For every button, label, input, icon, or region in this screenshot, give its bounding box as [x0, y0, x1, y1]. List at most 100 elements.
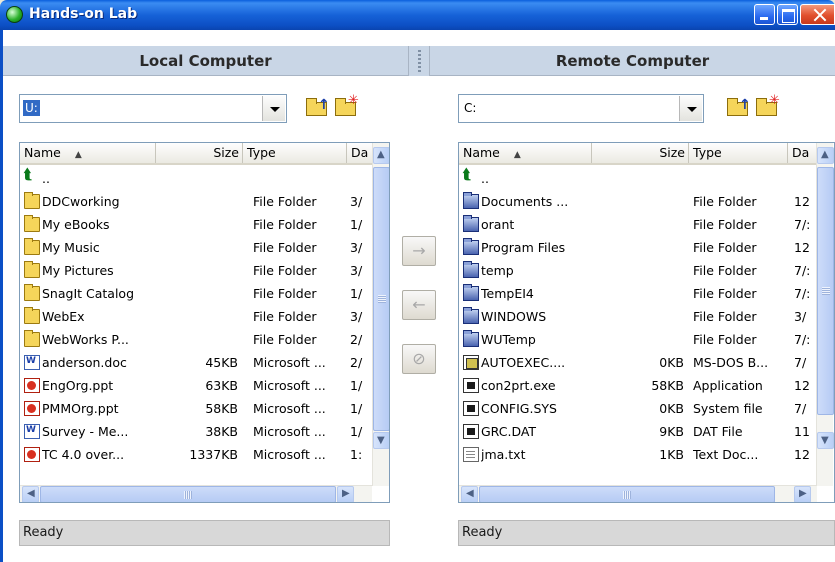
scroll-left-button[interactable]: ◀: [22, 486, 39, 502]
title-bar[interactable]: Hands-on Lab: [0, 0, 835, 30]
column-header-name[interactable]: Name ▲: [459, 143, 592, 163]
file-date: 3/: [794, 309, 807, 324]
file-size: [592, 282, 684, 305]
scroll-up-button[interactable]: ▲: [373, 147, 389, 164]
table-row[interactable]: Program Files File Folder 12: [459, 236, 816, 259]
table-row[interactable]: My Pictures File Folder 3/: [20, 259, 372, 282]
column-header-type[interactable]: Type: [689, 143, 788, 163]
table-row[interactable]: WUTemp File Folder 7/:: [459, 328, 816, 351]
local-up-folder-button[interactable]: ↑: [303, 96, 331, 120]
table-row[interactable]: CONFIG.SYS 0KB System file 7/: [459, 397, 816, 420]
table-row[interactable]: WebWorks P... File Folder 2/: [20, 328, 372, 351]
file-name: WebEx: [42, 309, 85, 324]
file-date: [794, 167, 814, 190]
table-row[interactable]: AUTOEXEC.... 0KB MS-DOS B... 7/: [459, 351, 816, 374]
close-button[interactable]: [800, 4, 835, 25]
table-row[interactable]: orant File Folder 7/:: [459, 213, 816, 236]
file-name: DDCworking: [42, 194, 120, 209]
file-name: AUTOEXEC....: [481, 355, 566, 370]
table-row[interactable]: My eBooks File Folder 1/: [20, 213, 372, 236]
sparkle-icon: ✳: [769, 93, 780, 108]
file-name: EngOrg.ppt: [42, 378, 114, 393]
table-row[interactable]: anderson.doc 45KB Microsoft ... 2/: [20, 351, 372, 374]
chevron-down-icon[interactable]: [262, 96, 285, 121]
file-name: My eBooks: [42, 217, 110, 232]
scroll-down-button[interactable]: ▼: [373, 432, 389, 449]
table-row[interactable]: TempEI4 File Folder 7/:: [459, 282, 816, 305]
file-size: [156, 328, 238, 351]
table-row[interactable]: EngOrg.ppt 63KB Microsoft ... 1/: [20, 374, 372, 397]
column-header-size[interactable]: Size: [156, 143, 243, 163]
file-date: 12: [794, 194, 810, 209]
executable-icon: [463, 378, 479, 393]
scroll-left-button[interactable]: ◀: [461, 486, 478, 502]
column-header-type[interactable]: Type: [243, 143, 347, 163]
scroll-right-button[interactable]: ▶: [337, 486, 354, 502]
local-new-folder-button[interactable]: ✳: [332, 93, 360, 120]
local-file-list[interactable]: Name ▲ Size Type Da ⮬.. DDCworking File Fol…: [19, 142, 390, 503]
remote-list-header: Name ▲ Size Type Da: [459, 143, 819, 165]
remote-vertical-scrollbar[interactable]: ▲ ▼: [816, 143, 834, 486]
table-row[interactable]: temp File Folder 7/:: [459, 259, 816, 282]
column-header-name[interactable]: Name ▲: [20, 143, 156, 163]
scroll-down-button[interactable]: ▼: [817, 432, 834, 449]
table-row[interactable]: SnagIt Catalog File Folder 1/: [20, 282, 372, 305]
table-row[interactable]: GRC.DAT 9KB DAT File 11: [459, 420, 816, 443]
table-row[interactable]: ⮬..: [459, 167, 816, 190]
remote-new-folder-button[interactable]: ✳: [753, 93, 781, 120]
local-list-header: Name ▲ Size Type Da: [20, 143, 373, 165]
upload-button[interactable]: →: [402, 236, 436, 266]
file-size: [592, 190, 684, 213]
file-size: 1337KB: [189, 447, 238, 462]
table-row[interactable]: WebEx File Folder 3/: [20, 305, 372, 328]
remote-horizontal-scrollbar[interactable]: ◀ ▶: [459, 485, 817, 502]
scroll-thumb[interactable]: [817, 167, 834, 415]
scroll-thumb[interactable]: [373, 167, 389, 431]
scroll-thumb[interactable]: [40, 486, 336, 502]
pane-splitter[interactable]: [408, 46, 430, 76]
minimize-button[interactable]: [754, 4, 775, 25]
table-row[interactable]: Survey - Me... 38KB Microsoft ... 1/: [20, 420, 372, 443]
file-name: PMMOrg.ppt: [42, 401, 119, 416]
table-row[interactable]: DDCworking File Folder 3/: [20, 190, 372, 213]
file-type: [693, 167, 785, 190]
file-size: [156, 282, 238, 305]
table-row[interactable]: jma.txt 1KB Text Doc... 12: [459, 443, 816, 466]
maximize-button[interactable]: [777, 4, 798, 25]
column-header-size[interactable]: Size: [592, 143, 689, 163]
column-header-date[interactable]: Da: [788, 143, 818, 163]
download-button[interactable]: ←: [402, 290, 436, 320]
file-size: [156, 259, 238, 282]
table-row[interactable]: WINDOWS File Folder 3/: [459, 305, 816, 328]
file-name: ..: [481, 171, 489, 186]
file-name: jma.txt: [481, 447, 526, 462]
file-date: 12: [794, 240, 810, 255]
local-vertical-scrollbar[interactable]: ▲ ▼: [372, 143, 389, 486]
chevron-down-icon[interactable]: [679, 96, 702, 121]
remote-drive-select[interactable]: C:: [458, 94, 704, 123]
table-row[interactable]: ⮬..: [20, 167, 372, 190]
scroll-thumb[interactable]: [479, 486, 775, 502]
table-row[interactable]: Documents ... File Folder 12: [459, 190, 816, 213]
file-name: anderson.doc: [42, 355, 127, 370]
file-date: 3/: [350, 309, 363, 324]
table-row[interactable]: PMMOrg.ppt 58KB Microsoft ... 1/: [20, 397, 372, 420]
file-date: 2/: [350, 332, 363, 347]
table-row[interactable]: con2prt.exe 58KB Application 12: [459, 374, 816, 397]
remote-up-folder-button[interactable]: ↑: [724, 96, 752, 120]
local-drive-select[interactable]: U:: [19, 94, 287, 123]
file-type: Microsoft ...: [253, 378, 326, 393]
scroll-up-button[interactable]: ▲: [817, 147, 834, 164]
executable-icon: [463, 401, 479, 416]
stop-transfer-button[interactable]: ⊘: [402, 344, 436, 374]
table-row[interactable]: TC 4.0 over... 1337KB Microsoft ... 1:: [20, 443, 372, 466]
scroll-right-button[interactable]: ▶: [794, 486, 811, 502]
file-name: ..: [42, 171, 50, 186]
local-horizontal-scrollbar[interactable]: ◀ ▶: [20, 485, 372, 502]
file-type: DAT File: [693, 424, 743, 439]
file-name: TC 4.0 over...: [42, 447, 125, 462]
table-row[interactable]: My Music File Folder 3/: [20, 236, 372, 259]
file-name: temp: [481, 263, 514, 278]
file-size: [156, 213, 238, 236]
remote-file-list[interactable]: Name ▲ Size Type Da ⮬.. Documents ... File …: [458, 142, 835, 503]
